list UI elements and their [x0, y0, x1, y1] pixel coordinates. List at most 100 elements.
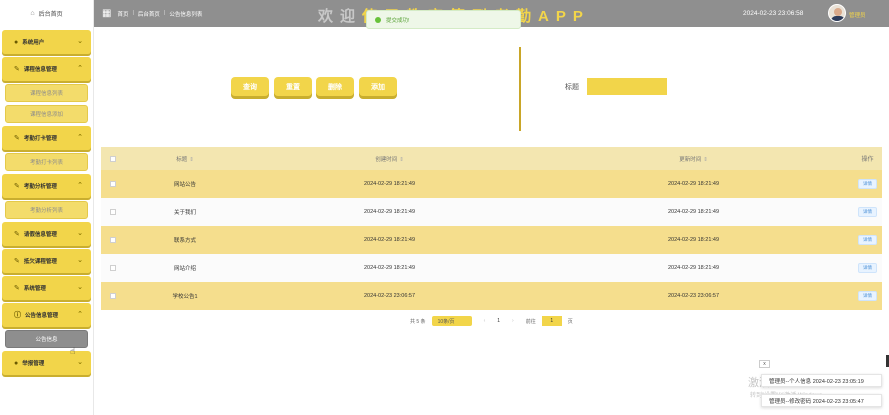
submenu-course-add[interactable]: 课程信息添加 [5, 105, 88, 123]
cell-created: 2024-02-29 18:21:49 [363, 237, 416, 243]
row-checkbox[interactable] [110, 237, 116, 243]
breadcrumb-item[interactable]: 后台首页 [138, 10, 160, 18]
sort-icon[interactable]: ⇕ [189, 157, 194, 163]
notification-close-button[interactable]: x [759, 360, 770, 368]
menu-course-info[interactable]: ✎ 课程信息管理 ⌃ [2, 57, 91, 81]
edit-icon: ✎ [14, 183, 20, 190]
cell-updated: 2024-02-23 23:06:57 [667, 293, 720, 299]
row-checkbox[interactable] [110, 209, 116, 215]
sort-icon[interactable]: ⇕ [399, 157, 404, 163]
chevron-up-icon: ⌃ [77, 182, 83, 189]
search-title-input[interactable] [587, 78, 667, 95]
chevron-down-icon: ⌄ [77, 284, 83, 291]
avatar[interactable] [828, 4, 846, 22]
menu-notice-info[interactable]: ⓘ 公告信息管理 ⌃ [2, 303, 91, 327]
cell-updated: 2024-02-29 18:21:49 [667, 237, 720, 243]
submenu-course-list[interactable]: 课程信息列表 [5, 84, 88, 102]
avatar-body [831, 16, 845, 21]
detail-button[interactable]: 详情 [858, 179, 877, 189]
row-checkbox[interactable] [110, 265, 116, 271]
edit-icon: ✎ [14, 66, 20, 73]
breadcrumb-item: 公告信息列表 [169, 11, 203, 18]
pagination: 共 5 条 10条/页 ‹ 1 › 前往 1 页 [410, 316, 573, 326]
breadcrumb-item[interactable]: 首页 [117, 10, 128, 18]
column-header-created[interactable]: 创建时间 ⇕ [245, 155, 534, 163]
avatar-face [834, 8, 842, 16]
app-title-prefix: 欢迎 [318, 8, 363, 25]
submenu-notice[interactable]: 公告信息 [5, 330, 88, 348]
query-button[interactable]: 查询 [231, 77, 269, 96]
goto-label: 前往 [525, 318, 536, 325]
add-button[interactable]: 添加 [359, 77, 397, 96]
notification-item[interactable]: 管理员--修改密码 2024-02-23 23:05:47 [761, 394, 882, 407]
success-check-icon [375, 16, 381, 23]
detail-button[interactable]: 详情 [858, 291, 877, 301]
column-header-title[interactable]: 标题 ⇕ [125, 155, 245, 163]
sidebar-home[interactable]: ⌂ 后台首页 [0, 0, 93, 27]
cell-updated: 2024-02-29 18:21:49 [667, 265, 720, 271]
current-page[interactable]: 1 [497, 318, 500, 324]
column-header-updated[interactable]: 更新时间 ⇕ [534, 155, 853, 163]
sort-icon[interactable]: ⇕ [703, 157, 708, 163]
column-header-op: 操作 [861, 157, 874, 163]
table-row: 关于我们 2024-02-29 18:21:49 2024-02-29 18:2… [101, 198, 882, 226]
menu-attendance-checkin[interactable]: ✎ 考勤打卡管理 ⌃ [2, 126, 91, 150]
breadcrumb-separator: | [163, 9, 166, 16]
detail-button[interactable]: 详情 [858, 207, 877, 217]
cell-title: 联系方式 [173, 238, 196, 244]
edit-icon: ✎ [14, 285, 20, 292]
sidebar: ⌂ 后台首页 ● 系统用户 ⌄ ✎ 课程信息管理 ⌃ 课程信息列表 课程信息添加… [0, 0, 94, 415]
header-label: 创建时间 [375, 156, 398, 163]
menu-label: 系统管理 [23, 286, 46, 292]
detail-button[interactable]: 详情 [858, 263, 877, 273]
page-size-select[interactable]: 10条/页 [431, 316, 472, 326]
menu-attendance-analysis[interactable]: ✎ 考勤分析管理 ⌃ [2, 174, 91, 198]
cell-updated: 2024-02-29 18:21:49 [667, 209, 720, 215]
search-title-label: 标题 [565, 84, 579, 91]
current-datetime: 2024-02-23 23:06:58 [743, 10, 804, 17]
menu-label: 公告信息管理 [25, 313, 59, 319]
submenu-analysis-list[interactable]: 考勤分析列表 [5, 201, 88, 219]
cell-created: 2024-02-29 18:21:49 [363, 181, 416, 187]
cell-created: 2024-02-29 18:21:49 [363, 265, 416, 271]
edit-icon: ✎ [14, 231, 20, 238]
next-page-button[interactable]: › [512, 318, 514, 324]
detail-button[interactable]: 详情 [858, 235, 877, 245]
breadcrumb: 首页 | 后台首页 | 公告信息列表 [117, 10, 202, 18]
success-toast: 提交成功! [366, 10, 521, 29]
chevron-up-icon: ⌃ [77, 65, 83, 72]
select-all-checkbox[interactable] [110, 155, 116, 162]
cell-created: 2024-02-23 23:06:57 [363, 293, 416, 299]
menu-label: 请假信息管理 [23, 232, 57, 238]
menu-label: 系统用户 [22, 40, 45, 46]
header-label: 更新时间 [679, 156, 702, 163]
notice-table: 标题 ⇕ 创建时间 ⇕ 更新时间 ⇕ 操作 网站公告 2024-02-29 18:21… [101, 147, 882, 310]
row-checkbox[interactable] [110, 181, 116, 187]
menu-report[interactable]: ● 举报管理 ⌄ [2, 351, 91, 375]
cell-title: 网站介绍 [173, 266, 196, 272]
table-row: 网站公告 2024-02-29 18:21:49 2024-02-29 18:2… [101, 170, 882, 198]
menu-system-admin[interactable]: ✎ 系统管理 ⌄ [2, 276, 91, 300]
chevron-down-icon: ⌄ [77, 38, 83, 45]
edit-icon: ✎ [14, 135, 20, 142]
menu-system-users[interactable]: ● 系统用户 ⌄ [2, 30, 91, 54]
page-unit-label: 页 [567, 318, 573, 325]
submenu-checkin-list[interactable]: 考勤打卡列表 [5, 153, 88, 171]
sidebar-home-label: 后台首页 [38, 12, 63, 18]
cell-title: 学校公告1 [172, 294, 198, 300]
reset-button[interactable]: 重置 [274, 77, 312, 96]
mouse-cursor-icon: ☝ [70, 346, 76, 356]
delete-button[interactable]: 删除 [316, 77, 354, 96]
goto-page-input[interactable]: 1 [541, 316, 562, 326]
username[interactable]: 管理员 [849, 11, 866, 19]
menu-leave-info[interactable]: ✎ 请假信息管理 ⌄ [2, 222, 91, 246]
pagination-total: 共 5 条 [410, 318, 426, 325]
cell-title: 网站公告 [173, 182, 196, 188]
row-checkbox[interactable] [110, 293, 116, 299]
prev-page-button[interactable]: ‹ [484, 318, 486, 324]
chevron-down-icon: ⌄ [77, 359, 83, 366]
grid-menu-icon[interactable]: ▦ [102, 8, 111, 19]
menu-makeup-course[interactable]: ✎ 抵欠课程管理 ⌄ [2, 249, 91, 273]
edit-icon: ✎ [14, 258, 20, 265]
notification-item[interactable]: 管理员--个人信息 2024-02-23 23:05:19 [761, 374, 882, 387]
